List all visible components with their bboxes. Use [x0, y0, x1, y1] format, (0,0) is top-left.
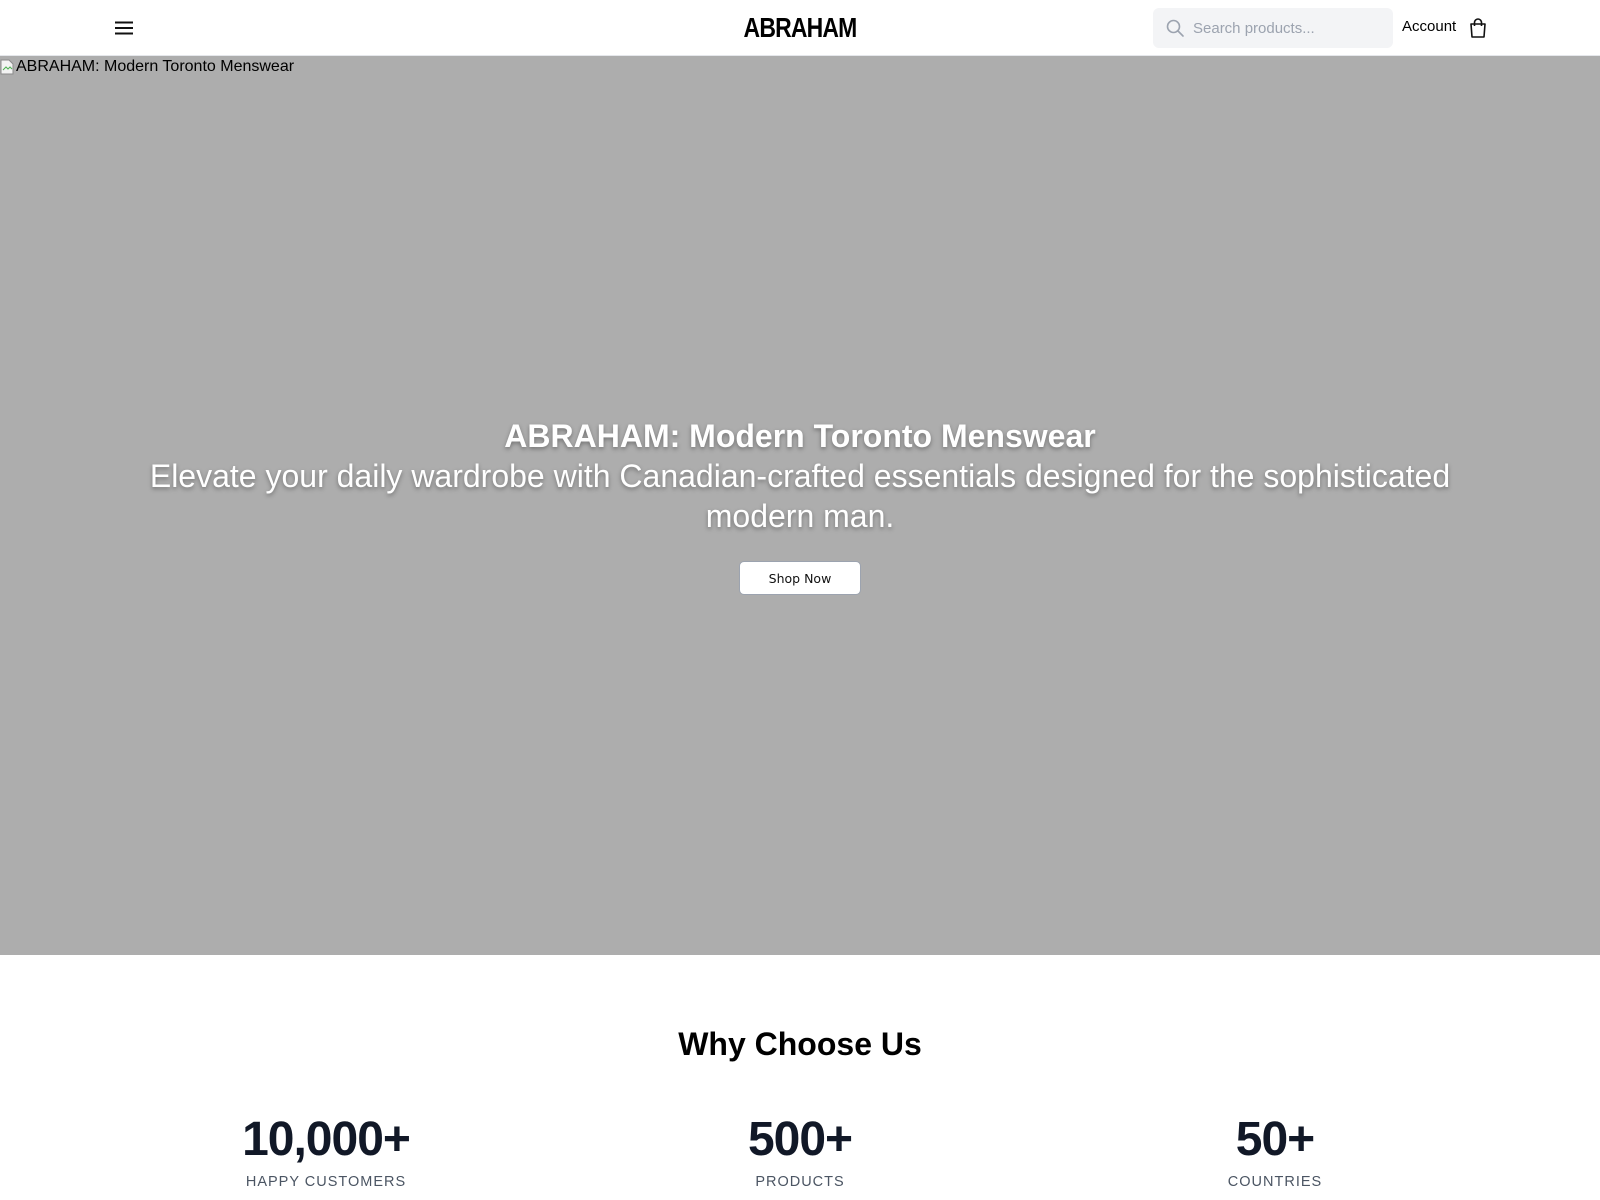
- account-link[interactable]: Account: [1402, 18, 1456, 35]
- menu-button[interactable]: [112, 16, 136, 40]
- stat-label: COUNTRIES: [1227, 1174, 1323, 1190]
- hero-banner: ABRAHAM: Modern Toronto Menswear ABRAHAM…: [0, 56, 1600, 955]
- hero-image: ABRAHAM: Modern Toronto Menswear: [0, 58, 294, 76]
- search-icon: [1166, 19, 1184, 37]
- stat-products: 500+ PRODUCTS: [640, 1113, 960, 1191]
- stat-label: PRODUCTS: [755, 1174, 845, 1190]
- brand-logo[interactable]: ABRAHAM: [744, 12, 858, 44]
- stat-number: 500+: [747, 1113, 853, 1166]
- shopping-bag-icon: [1470, 18, 1486, 38]
- hamburger-menu-icon: [115, 21, 133, 35]
- section-title: Why Choose Us: [678, 1026, 922, 1062]
- cart-button[interactable]: [1468, 17, 1488, 39]
- search-bar[interactable]: [1153, 8, 1393, 48]
- broken-image-icon: [0, 59, 14, 75]
- shop-now-button[interactable]: Shop Now: [739, 561, 861, 595]
- stat-countries: 50+ COUNTRIES: [1115, 1113, 1435, 1191]
- stat-number: 10,000+: [242, 1113, 411, 1166]
- hero-image-alt-text: ABRAHAM: Modern Toronto Menswear: [16, 58, 295, 75]
- stat-happy-customers: 10,000+ HAPPY CUSTOMERS: [166, 1113, 486, 1191]
- hero-title: ABRAHAM: Modern Toronto Menswear: [504, 418, 1096, 454]
- hero-subtitle: Elevate your daily wardrobe with Canadia…: [149, 458, 1451, 534]
- stat-label: HAPPY CUSTOMERS: [245, 1174, 407, 1190]
- search-input[interactable]: [1193, 8, 1383, 48]
- site-header: ABRAHAM Account: [0, 0, 1600, 56]
- stat-number: 50+: [1235, 1113, 1315, 1166]
